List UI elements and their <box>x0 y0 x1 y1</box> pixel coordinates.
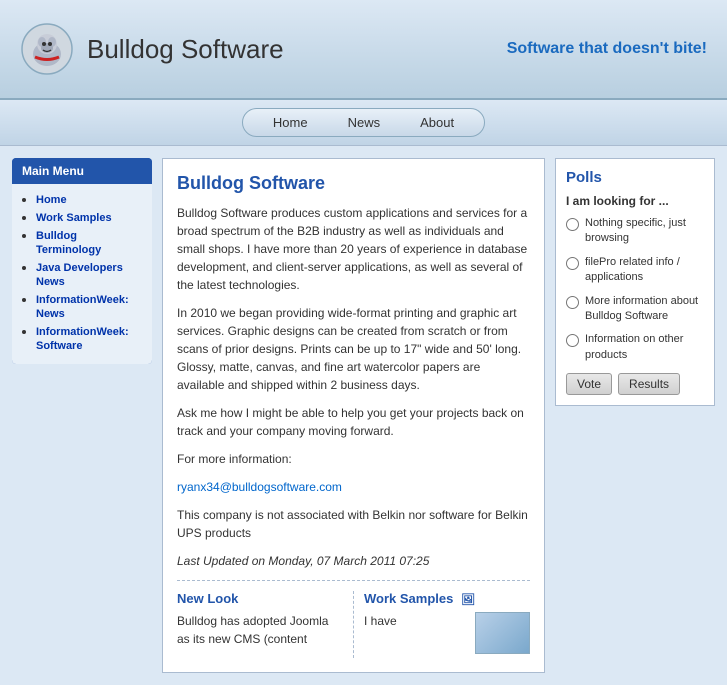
poll-radio-2[interactable] <box>566 257 579 270</box>
article-2-title: Work Samples 🖼 <box>364 591 530 606</box>
poll-label-3: More information about Bulldog Software <box>585 294 704 325</box>
sidebar-link-iw-news[interactable]: InformationWeek: News <box>36 294 129 320</box>
image-icon: 🖼 <box>461 594 475 606</box>
content-title: Bulldog Software <box>177 173 530 194</box>
site-title: Bulldog Software <box>87 34 284 65</box>
nav-pill: Home News About <box>242 108 485 137</box>
logo-area: Bulldog Software <box>20 22 284 77</box>
article-2-title-text: Work Samples <box>364 591 453 606</box>
content-paragraph-2: In 2010 we began providing wide-format p… <box>177 304 530 394</box>
poll-option-2: filePro related info / applications <box>566 255 704 286</box>
list-item: Work Samples <box>36 210 142 224</box>
article-thumbnail <box>475 612 530 654</box>
sidebar-link-home[interactable]: Home <box>36 194 67 206</box>
list-item: InformationWeek: Software <box>36 324 142 352</box>
divider <box>177 580 530 581</box>
sidebar-content: Home Work Samples Bulldog Terminology Ja… <box>12 184 152 364</box>
navigation-bar: Home News About <box>0 100 727 146</box>
bottom-articles: New Look Bulldog has adopted Joomla as i… <box>177 591 530 658</box>
poll-option-1: Nothing specific, just browsing <box>566 216 704 247</box>
polls-box: Polls I am looking for ... Nothing speci… <box>555 158 715 406</box>
poll-radio-4[interactable] <box>566 334 579 347</box>
bulldog-logo-icon <box>20 22 75 77</box>
poll-radio-3[interactable] <box>566 296 579 309</box>
nav-news[interactable]: News <box>328 111 401 134</box>
page-header: Bulldog Software Software that doesn't b… <box>0 0 727 100</box>
sidebar-link-work-samples[interactable]: Work Samples <box>36 212 112 224</box>
article-work-samples: Work Samples 🖼 I have <box>364 591 530 658</box>
content-paragraph-1: Bulldog Software produces custom applica… <box>177 204 530 294</box>
polls-title: Polls <box>566 169 704 186</box>
sidebar-link-java-news[interactable]: Java Developers News <box>36 262 123 288</box>
belkin-notice: This company is not associated with Belk… <box>177 506 530 542</box>
sidebar: Main Menu Home Work Samples Bulldog Term… <box>12 158 152 673</box>
email-link[interactable]: ryanx34@bulldogsoftware.com <box>177 480 342 494</box>
polls-subtitle: I am looking for ... <box>566 194 704 208</box>
list-item: InformationWeek: News <box>36 292 142 320</box>
list-item: Bulldog Terminology <box>36 228 142 256</box>
sidebar-menu-list: Home Work Samples Bulldog Terminology Ja… <box>22 192 142 352</box>
sidebar-link-iw-software[interactable]: InformationWeek: Software <box>36 326 129 352</box>
tagline: Software that doesn't bite! <box>507 40 707 58</box>
sidebar-box: Main Menu Home Work Samples Bulldog Term… <box>12 158 152 364</box>
main-wrapper: Main Menu Home Work Samples Bulldog Term… <box>0 146 727 685</box>
last-updated: Last Updated on Monday, 07 March 2011 07… <box>177 552 530 570</box>
polls-area: Polls I am looking for ... Nothing speci… <box>555 158 715 673</box>
list-item: Java Developers News <box>36 260 142 288</box>
sidebar-link-terminology[interactable]: Bulldog Terminology <box>36 230 101 256</box>
main-content: Bulldog Software Bulldog Software produc… <box>162 158 545 673</box>
list-item: Home <box>36 192 142 206</box>
content-paragraph-3: Ask me how I might be able to help you g… <box>177 404 530 440</box>
poll-radio-1[interactable] <box>566 218 579 231</box>
article-new-look: New Look Bulldog has adopted Joomla as i… <box>177 591 354 658</box>
poll-option-4: Information on other products <box>566 332 704 363</box>
for-more-info: For more information: <box>177 450 530 468</box>
poll-label-4: Information on other products <box>585 332 704 363</box>
poll-option-3: More information about Bulldog Software <box>566 294 704 325</box>
poll-label-1: Nothing specific, just browsing <box>585 216 704 247</box>
poll-label-2: filePro related info / applications <box>585 255 704 286</box>
nav-home[interactable]: Home <box>253 111 328 134</box>
nav-about[interactable]: About <box>400 111 474 134</box>
article-1-title: New Look <box>177 591 343 606</box>
results-button[interactable]: Results <box>618 373 680 395</box>
poll-buttons: Vote Results <box>566 373 704 395</box>
vote-button[interactable]: Vote <box>566 373 612 395</box>
article-1-text: Bulldog has adopted Joomla as its new CM… <box>177 612 343 648</box>
sidebar-title: Main Menu <box>12 158 152 184</box>
